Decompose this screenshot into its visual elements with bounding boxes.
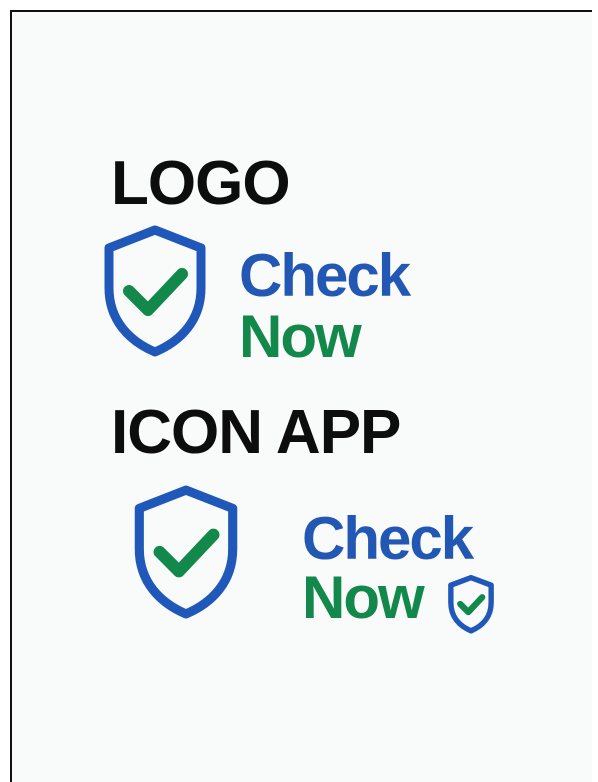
app-checkmark bbox=[153, 528, 220, 578]
artboard: LOGO Check Now ICON APP Check Now bbox=[10, 10, 592, 782]
logo-checkmark bbox=[123, 268, 188, 316]
app-wordmark-check: Check bbox=[302, 505, 474, 572]
app-wordmark-now: Now bbox=[302, 564, 425, 631]
logo-section-heading: LOGO bbox=[111, 149, 291, 218]
small-shield-check-icon bbox=[448, 574, 494, 634]
logo-wordmark-now: Now bbox=[239, 303, 362, 370]
logo-shield-outline bbox=[104, 225, 206, 357]
icon-app-section-heading: ICON APP bbox=[111, 398, 401, 467]
logo-wordmark-check: Check bbox=[239, 242, 411, 309]
app-shield-check-icon bbox=[134, 485, 238, 619]
small-shield-outline bbox=[448, 574, 494, 634]
logo-shield-check-icon bbox=[104, 225, 206, 357]
small-checkmark bbox=[457, 594, 486, 616]
app-shield-outline bbox=[134, 485, 238, 619]
